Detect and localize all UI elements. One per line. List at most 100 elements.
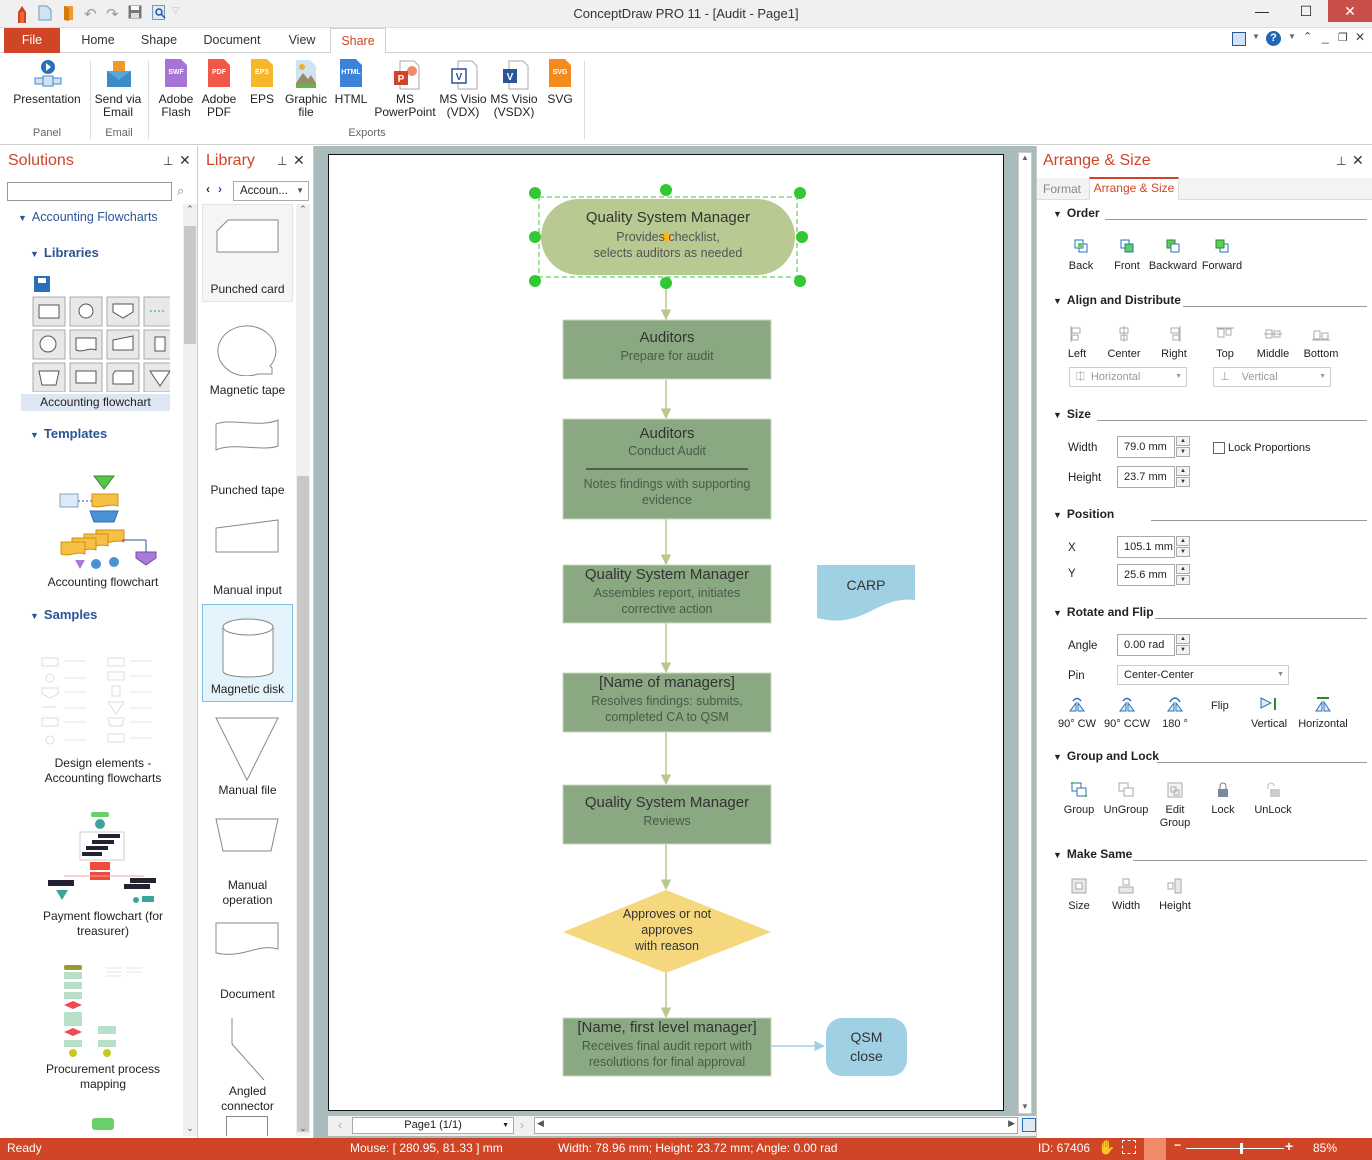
tree-libraries[interactable]: ▼ Libraries <box>30 245 99 260</box>
align-right-button[interactable]: Right <box>1155 326 1193 361</box>
close-panel-icon[interactable]: ✕ <box>1352 152 1364 169</box>
library-selector[interactable]: Accoun... ▼ <box>233 181 309 201</box>
align-top-button[interactable]: Top <box>1207 326 1243 361</box>
align-center-button[interactable]: Center <box>1103 326 1145 361</box>
stepper-up-icon[interactable]: ▲ <box>1176 634 1190 644</box>
align-left-button[interactable]: Left <box>1059 326 1095 361</box>
scroll-down-icon[interactable]: ⌄ <box>296 1123 310 1134</box>
stepper-down-icon[interactable]: ▼ <box>1176 447 1190 457</box>
close-panel-icon[interactable]: ✕ <box>179 152 191 169</box>
distribute-horizontal-dropdown[interactable]: ⎅ Horizontal ▼ <box>1069 367 1187 387</box>
library-item-punched-card[interactable]: Punched card <box>202 204 293 302</box>
diagram-page[interactable]: Quality System Manager Provides checklis… <box>328 154 1004 1111</box>
angle-stepper[interactable]: ▲ ▼ <box>1176 634 1190 656</box>
back-button[interactable]: Back <box>1063 238 1099 273</box>
section-align[interactable]: ▼ Align and Distribute <box>1053 293 1181 307</box>
ms-visio-vdx-button[interactable]: V MS Visio (VDX) <box>438 57 488 119</box>
library-scrollbar[interactable]: ⌃ ⌄ <box>296 204 310 1136</box>
tab-file[interactable]: File <box>4 28 60 53</box>
x-field[interactable]: 105.1 mm <box>1117 536 1175 558</box>
minimize-button[interactable]: — <box>1240 0 1284 22</box>
tree-accounting-flowcharts[interactable]: ▼ Accounting Flowcharts <box>18 210 158 224</box>
stepper-down-icon[interactable]: ▼ <box>1176 645 1190 655</box>
help-icon[interactable]: ? <box>1266 31 1281 46</box>
sample-thumbnail-design-elements[interactable] <box>40 656 158 750</box>
tab-view[interactable]: View <box>280 28 324 53</box>
stepper-up-icon[interactable]: ▲ <box>1176 564 1190 574</box>
adobe-pdf-button[interactable]: PDF Adobe PDF <box>198 57 240 119</box>
close-panel-icon[interactable]: ✕ <box>293 152 305 169</box>
stepper-down-icon[interactable]: ▼ <box>1176 477 1190 487</box>
layout-icon[interactable] <box>1232 32 1246 46</box>
node-3[interactable]: Auditors Conduct Audit Notes findings wi… <box>563 425 771 519</box>
save-library-icon[interactable] <box>34 276 50 292</box>
canvas-area[interactable]: Quality System Manager Provides checklis… <box>314 146 1036 1138</box>
x-stepper[interactable]: ▲ ▼ <box>1176 536 1190 558</box>
scroll-down-icon[interactable]: ▼ <box>1019 1102 1031 1111</box>
pin-dropdown[interactable]: Center-Center ▼ <box>1117 665 1289 685</box>
align-bottom-button[interactable]: Bottom <box>1299 326 1343 361</box>
group-button[interactable]: Group <box>1061 782 1097 817</box>
library-next-icon[interactable]: › <box>218 182 222 196</box>
scrollbar-thumb[interactable] <box>297 476 309 1132</box>
doc-restore-icon[interactable]: ❐ <box>1338 31 1348 44</box>
scroll-down-icon[interactable]: ⌄ <box>183 1123 197 1134</box>
tab-document[interactable]: Document <box>196 28 268 53</box>
html-button[interactable]: HTML HTML <box>332 57 370 106</box>
fit-page-icon[interactable] <box>1022 1118 1036 1132</box>
library-item-magnetic-tape[interactable]: Magnetic tape <box>202 304 293 402</box>
zoom-selection-icon[interactable] <box>1122 1140 1136 1154</box>
library-item-document[interactable]: Document <box>202 908 293 1006</box>
unlock-button[interactable]: UnLock <box>1251 782 1295 817</box>
section-order[interactable]: ▼ Order <box>1053 206 1100 220</box>
tab-share[interactable]: Share <box>330 28 386 54</box>
scroll-right-icon[interactable]: ▶ <box>1008 1118 1015 1129</box>
library-prev-icon[interactable]: ‹ <box>206 182 210 196</box>
rotate-90-cw-button[interactable]: 90° CW <box>1055 696 1099 731</box>
height-field[interactable]: 23.7 mm <box>1117 466 1175 488</box>
distribute-vertical-dropdown[interactable]: ⊥ Vertical ▼ <box>1213 367 1331 387</box>
zoom-slider-thumb[interactable] <box>1239 1143 1243 1154</box>
ungroup-button[interactable]: UnGroup <box>1103 782 1149 817</box>
send-via-email-button[interactable]: Send via Email <box>92 57 144 119</box>
sample-thumbnail-payment-flowchart[interactable] <box>44 810 160 904</box>
forward-button[interactable]: Forward <box>1197 238 1247 273</box>
y-stepper[interactable]: ▲ ▼ <box>1176 564 1190 586</box>
presentation-button[interactable]: Presentation <box>10 57 84 106</box>
stepper-down-icon[interactable]: ▼ <box>1176 575 1190 585</box>
make-same-height-button[interactable]: Height <box>1155 878 1195 913</box>
svg-button[interactable]: SVG SVG <box>542 57 578 106</box>
section-make-same[interactable]: ▼ Make Same <box>1053 847 1132 861</box>
doc-minimize-icon[interactable]: _ <box>1322 30 1329 44</box>
angle-field[interactable]: 0.00 rad <box>1117 634 1175 656</box>
close-button[interactable]: ✕ <box>1328 0 1372 22</box>
flip-horizontal-button[interactable]: Horizontal <box>1295 696 1351 731</box>
maximize-button[interactable]: ☐ <box>1284 0 1328 22</box>
pin-icon[interactable]: ⊥ <box>163 154 173 168</box>
width-field[interactable]: 79.0 mm <box>1117 436 1175 458</box>
library-item-magnetic-disk[interactable]: Magnetic disk <box>202 604 293 702</box>
stepper-down-icon[interactable]: ▼ <box>1176 547 1190 557</box>
scrollbar-thumb[interactable] <box>184 226 196 344</box>
make-same-size-button[interactable]: Size <box>1063 878 1095 913</box>
flip-vertical-button[interactable]: Vertical <box>1247 696 1291 731</box>
pin-icon[interactable]: ⊥ <box>277 154 287 168</box>
zoom-out-icon[interactable]: − <box>1174 1138 1181 1152</box>
page-selector[interactable]: Page1 (1/1) ▼ <box>352 1117 514 1134</box>
library-item-angled-connector[interactable]: Angled connector <box>202 1004 293 1113</box>
sample-thumbnail-procurement[interactable] <box>56 964 156 1058</box>
library-item-manual-file[interactable]: Manual file <box>202 704 293 802</box>
y-field[interactable]: 25.6 mm <box>1117 564 1175 586</box>
sample-thumbnail-next[interactable] <box>92 1118 114 1130</box>
library-thumbnail[interactable] <box>32 296 170 392</box>
zoom-slider-track[interactable] <box>1186 1148 1284 1149</box>
scroll-left-icon[interactable]: ◀ <box>537 1118 544 1129</box>
make-same-width-button[interactable]: Width <box>1107 878 1145 913</box>
backward-button[interactable]: Backward <box>1147 238 1199 273</box>
width-stepper[interactable]: ▲ ▼ <box>1176 436 1190 458</box>
scroll-up-icon[interactable]: ⌃ <box>296 204 310 215</box>
edit-group-button[interactable]: Edit Group <box>1155 782 1195 830</box>
stepper-up-icon[interactable]: ▲ <box>1176 436 1190 446</box>
rotate-180-button[interactable]: 180 ° <box>1157 696 1193 731</box>
align-middle-button[interactable]: Middle <box>1251 326 1295 361</box>
